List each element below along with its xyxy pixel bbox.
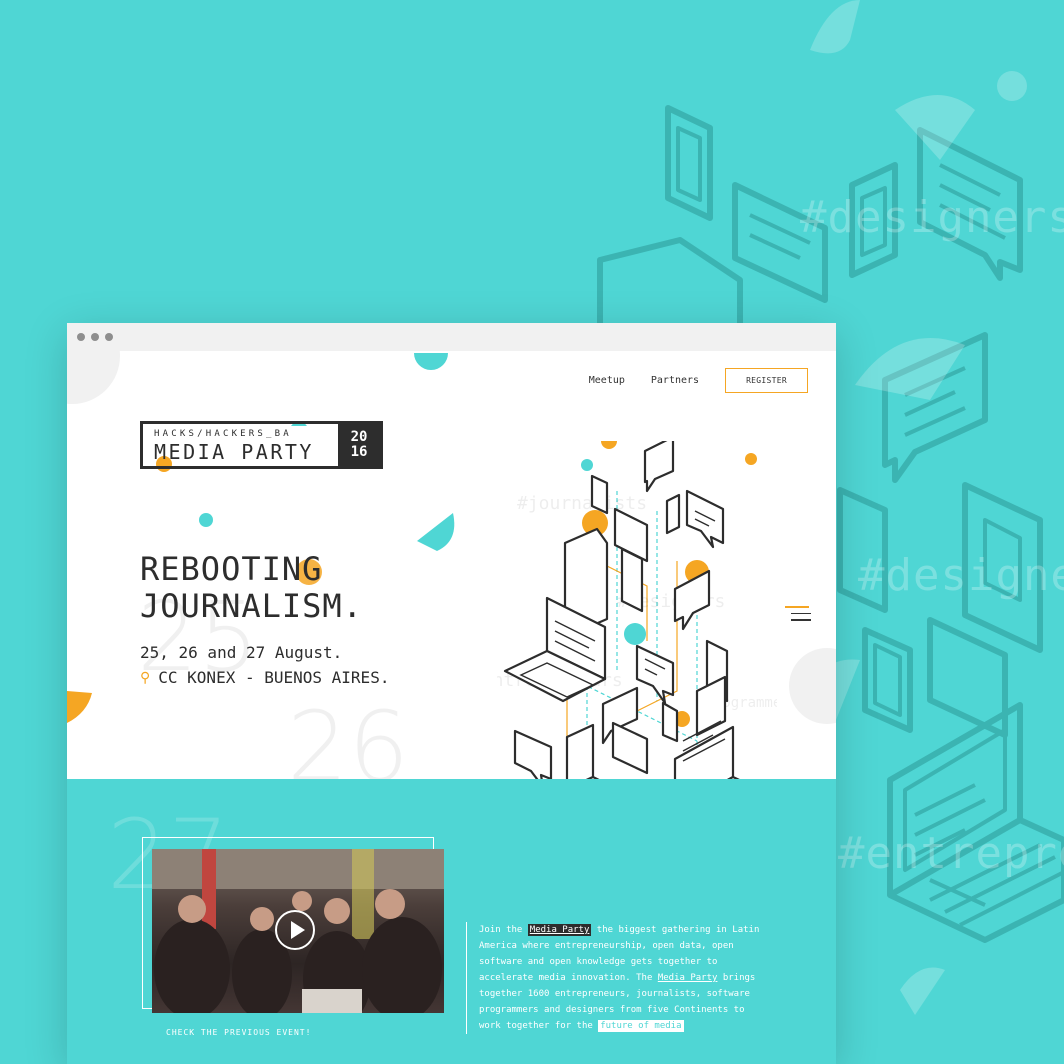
location-pin-icon: ⚲ xyxy=(140,669,151,686)
play-icon[interactable] xyxy=(275,910,315,950)
hero-section: 25 26 Meetup Partners REGISTER HACKS/HAC… xyxy=(67,351,836,779)
window-close-dot[interactable] xyxy=(77,333,85,341)
headline-line-1: REBOOTING xyxy=(140,550,323,588)
hamburger-menu-icon[interactable] xyxy=(785,606,811,626)
background-tag: #designers xyxy=(858,550,1064,601)
main-nav: Meetup Partners REGISTER xyxy=(589,368,808,393)
media-party-link[interactable]: Media Party xyxy=(527,924,592,936)
browser-titlebar xyxy=(67,323,836,351)
about-section: 27 CHECK THE PREVIOUS EVENT! Joi xyxy=(67,779,836,1064)
window-minimize-dot[interactable] xyxy=(91,333,99,341)
previous-event-video[interactable] xyxy=(152,849,444,1013)
isometric-illustration: #journalists #designers #entrepreneurs #… xyxy=(497,441,777,779)
window-maximize-dot[interactable] xyxy=(105,333,113,341)
venue-text: CC KONEX - BUENOS AIRES. xyxy=(158,668,390,687)
video-caption: CHECK THE PREVIOUS EVENT! xyxy=(166,1028,312,1037)
logo-text-block: HACKS/HACKERS_BA MEDIA PARTY xyxy=(143,424,338,466)
logo-year-bottom: 16 xyxy=(350,444,368,460)
background-tag: #entrepreneurs xyxy=(838,828,1064,879)
future-of-media-link[interactable]: future of media xyxy=(598,1020,684,1032)
background-tag: #designers xyxy=(800,192,1064,243)
headline-line-2: JOURNALISM. xyxy=(140,587,363,625)
media-party-link-2[interactable]: Media Party xyxy=(658,973,718,983)
page-headline: REBOOTING JOURNALISM. xyxy=(140,551,363,625)
logo-title: MEDIA PARTY xyxy=(154,440,314,464)
logo-year-badge: 20 16 xyxy=(338,424,380,466)
logo-year-top: 20 xyxy=(350,429,368,445)
browser-window: 25 26 Meetup Partners REGISTER HACKS/HAC… xyxy=(67,323,836,1064)
event-dates: 25, 26 and 27 August. xyxy=(140,643,343,662)
media-party-logo[interactable]: HACKS/HACKERS_BA MEDIA PARTY 20 16 xyxy=(140,421,383,469)
about-text-part: Join the xyxy=(479,925,523,935)
nav-link-partners[interactable]: Partners xyxy=(651,375,699,386)
event-venue: ⚲ CC KONEX - BUENOS AIRES. xyxy=(140,668,389,687)
nav-link-meetup[interactable]: Meetup xyxy=(589,375,625,386)
logo-subtitle: HACKS/HACKERS_BA xyxy=(154,429,292,439)
register-button[interactable]: REGISTER xyxy=(725,368,808,393)
illustration-tag: #journalists xyxy=(517,493,647,514)
about-text: Join the Media Party the biggest gatheri… xyxy=(466,922,769,1034)
background-date-number: 26 xyxy=(287,691,410,779)
